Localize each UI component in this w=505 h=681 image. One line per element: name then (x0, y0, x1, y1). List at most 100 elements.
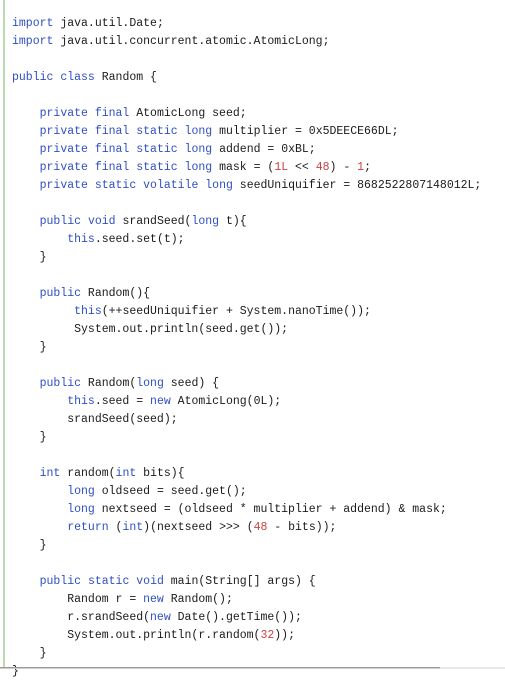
plain-token: Random { (94, 70, 157, 84)
plain-token: } (12, 250, 47, 264)
keyword-token: return (67, 520, 109, 534)
code-line: Random r = new Random(); (0, 591, 505, 609)
code-line: public static void main(String[] args) { (0, 573, 505, 591)
code-line: } (0, 537, 505, 555)
keyword-token: this (74, 304, 102, 318)
code-line: private static volatile long seedUniquif… (0, 177, 505, 195)
keyword-token: int (39, 466, 61, 480)
keyword-token: static (136, 160, 178, 174)
keyword-token: volatile (143, 178, 199, 192)
keyword-token: public (39, 376, 82, 390)
code-line: private final static long multiplier = 0… (0, 123, 505, 141)
code-line: System.out.println(r.random(32)); (0, 627, 505, 645)
keyword-token: long (67, 484, 95, 498)
code-line: private final AtomicLong seed; (0, 105, 505, 123)
keyword-token: this (67, 394, 95, 408)
keyword-token: new (143, 592, 164, 606)
keyword-token: final (94, 142, 130, 156)
keyword-token: long (67, 502, 95, 516)
number-token: 48 (315, 160, 330, 174)
code-line: } (0, 249, 505, 267)
code-line: long nextseed = (oldseed * multiplier + … (0, 501, 505, 519)
keyword-token: static (136, 124, 178, 138)
plain-token: << (288, 160, 316, 174)
plain-token: random( (60, 466, 116, 480)
number-token: 1L (274, 160, 289, 174)
keyword-token: long (184, 160, 213, 174)
keyword-token: void (136, 574, 164, 588)
plain-token: seed) { (163, 376, 220, 390)
plain-token: Date().getTime()); (170, 610, 302, 624)
keyword-token: void (87, 214, 116, 228)
plain-token: System.out.println(r.random( (12, 628, 261, 642)
plain-token: System.out.println(seed.get()); (12, 322, 289, 336)
plain-token: - bits)); (267, 520, 337, 534)
code-listing[interactable]: import java.util.Date; import java.util.c… (0, 12, 505, 681)
keyword-token: private (39, 142, 88, 156)
code-line: public Random(){ (0, 285, 505, 303)
plain-token: } (12, 340, 47, 354)
keyword-token: long (205, 178, 233, 192)
code-line: public class Random { (0, 69, 505, 87)
plain-token: java.util.Date; (53, 16, 164, 30)
plain-token: } (12, 430, 47, 444)
plain-token: AtomicLong seed; (129, 106, 247, 120)
keyword-token: int (115, 466, 137, 480)
code-line: srandSeed(seed); (0, 411, 505, 429)
code-viewer[interactable]: import java.util.Date; import java.util.c… (0, 0, 505, 678)
code-line: int random(int bits){ (0, 465, 505, 483)
keyword-token: public (39, 574, 82, 588)
keyword-token: import (12, 16, 54, 30)
keyword-token: public (12, 70, 54, 84)
plain-token: t){ (219, 214, 247, 228)
keyword-token: long (184, 124, 213, 138)
keyword-token: static (136, 142, 178, 156)
keyword-token: public (39, 214, 82, 228)
plain-token: (++seedUniquifier + System.nanoTime()); (101, 304, 371, 318)
plain-token: java.util.concurrent.atomic.AtomicLong; (53, 34, 330, 48)
keyword-token: private (39, 106, 88, 120)
plain-token: Random(){ (81, 286, 151, 300)
keyword-token: static (94, 178, 137, 192)
keyword-token: private (39, 124, 88, 138)
keyword-token: static (87, 574, 130, 588)
number-token: 32 (260, 628, 275, 642)
plain-token: seedUniquifier = 8682522807148012L; (232, 178, 482, 192)
plain-token: ( (108, 520, 123, 534)
keyword-token: class (60, 70, 95, 84)
keyword-token: int (122, 520, 144, 534)
plain-token: .seed = (94, 394, 151, 408)
code-line: } (0, 339, 505, 357)
code-line: } (0, 645, 505, 663)
code-line: System.out.println(seed.get()); (0, 321, 505, 339)
plain-token: oldseed = seed.get(); (94, 484, 247, 498)
keyword-token: long (136, 376, 164, 390)
plain-token: ) - (329, 160, 358, 174)
plain-token: Random r = (12, 592, 144, 606)
bottom-divider-fade (440, 667, 505, 669)
code-line: public void srandSeed(long t){ (0, 213, 505, 231)
plain-token: } (12, 646, 47, 660)
keyword-token: private (39, 160, 88, 174)
plain-token: addend = 0xBL; (212, 142, 316, 156)
code-line: import java.util.concurrent.atomic.Atomi… (0, 33, 505, 51)
plain-token: )); (274, 628, 295, 642)
